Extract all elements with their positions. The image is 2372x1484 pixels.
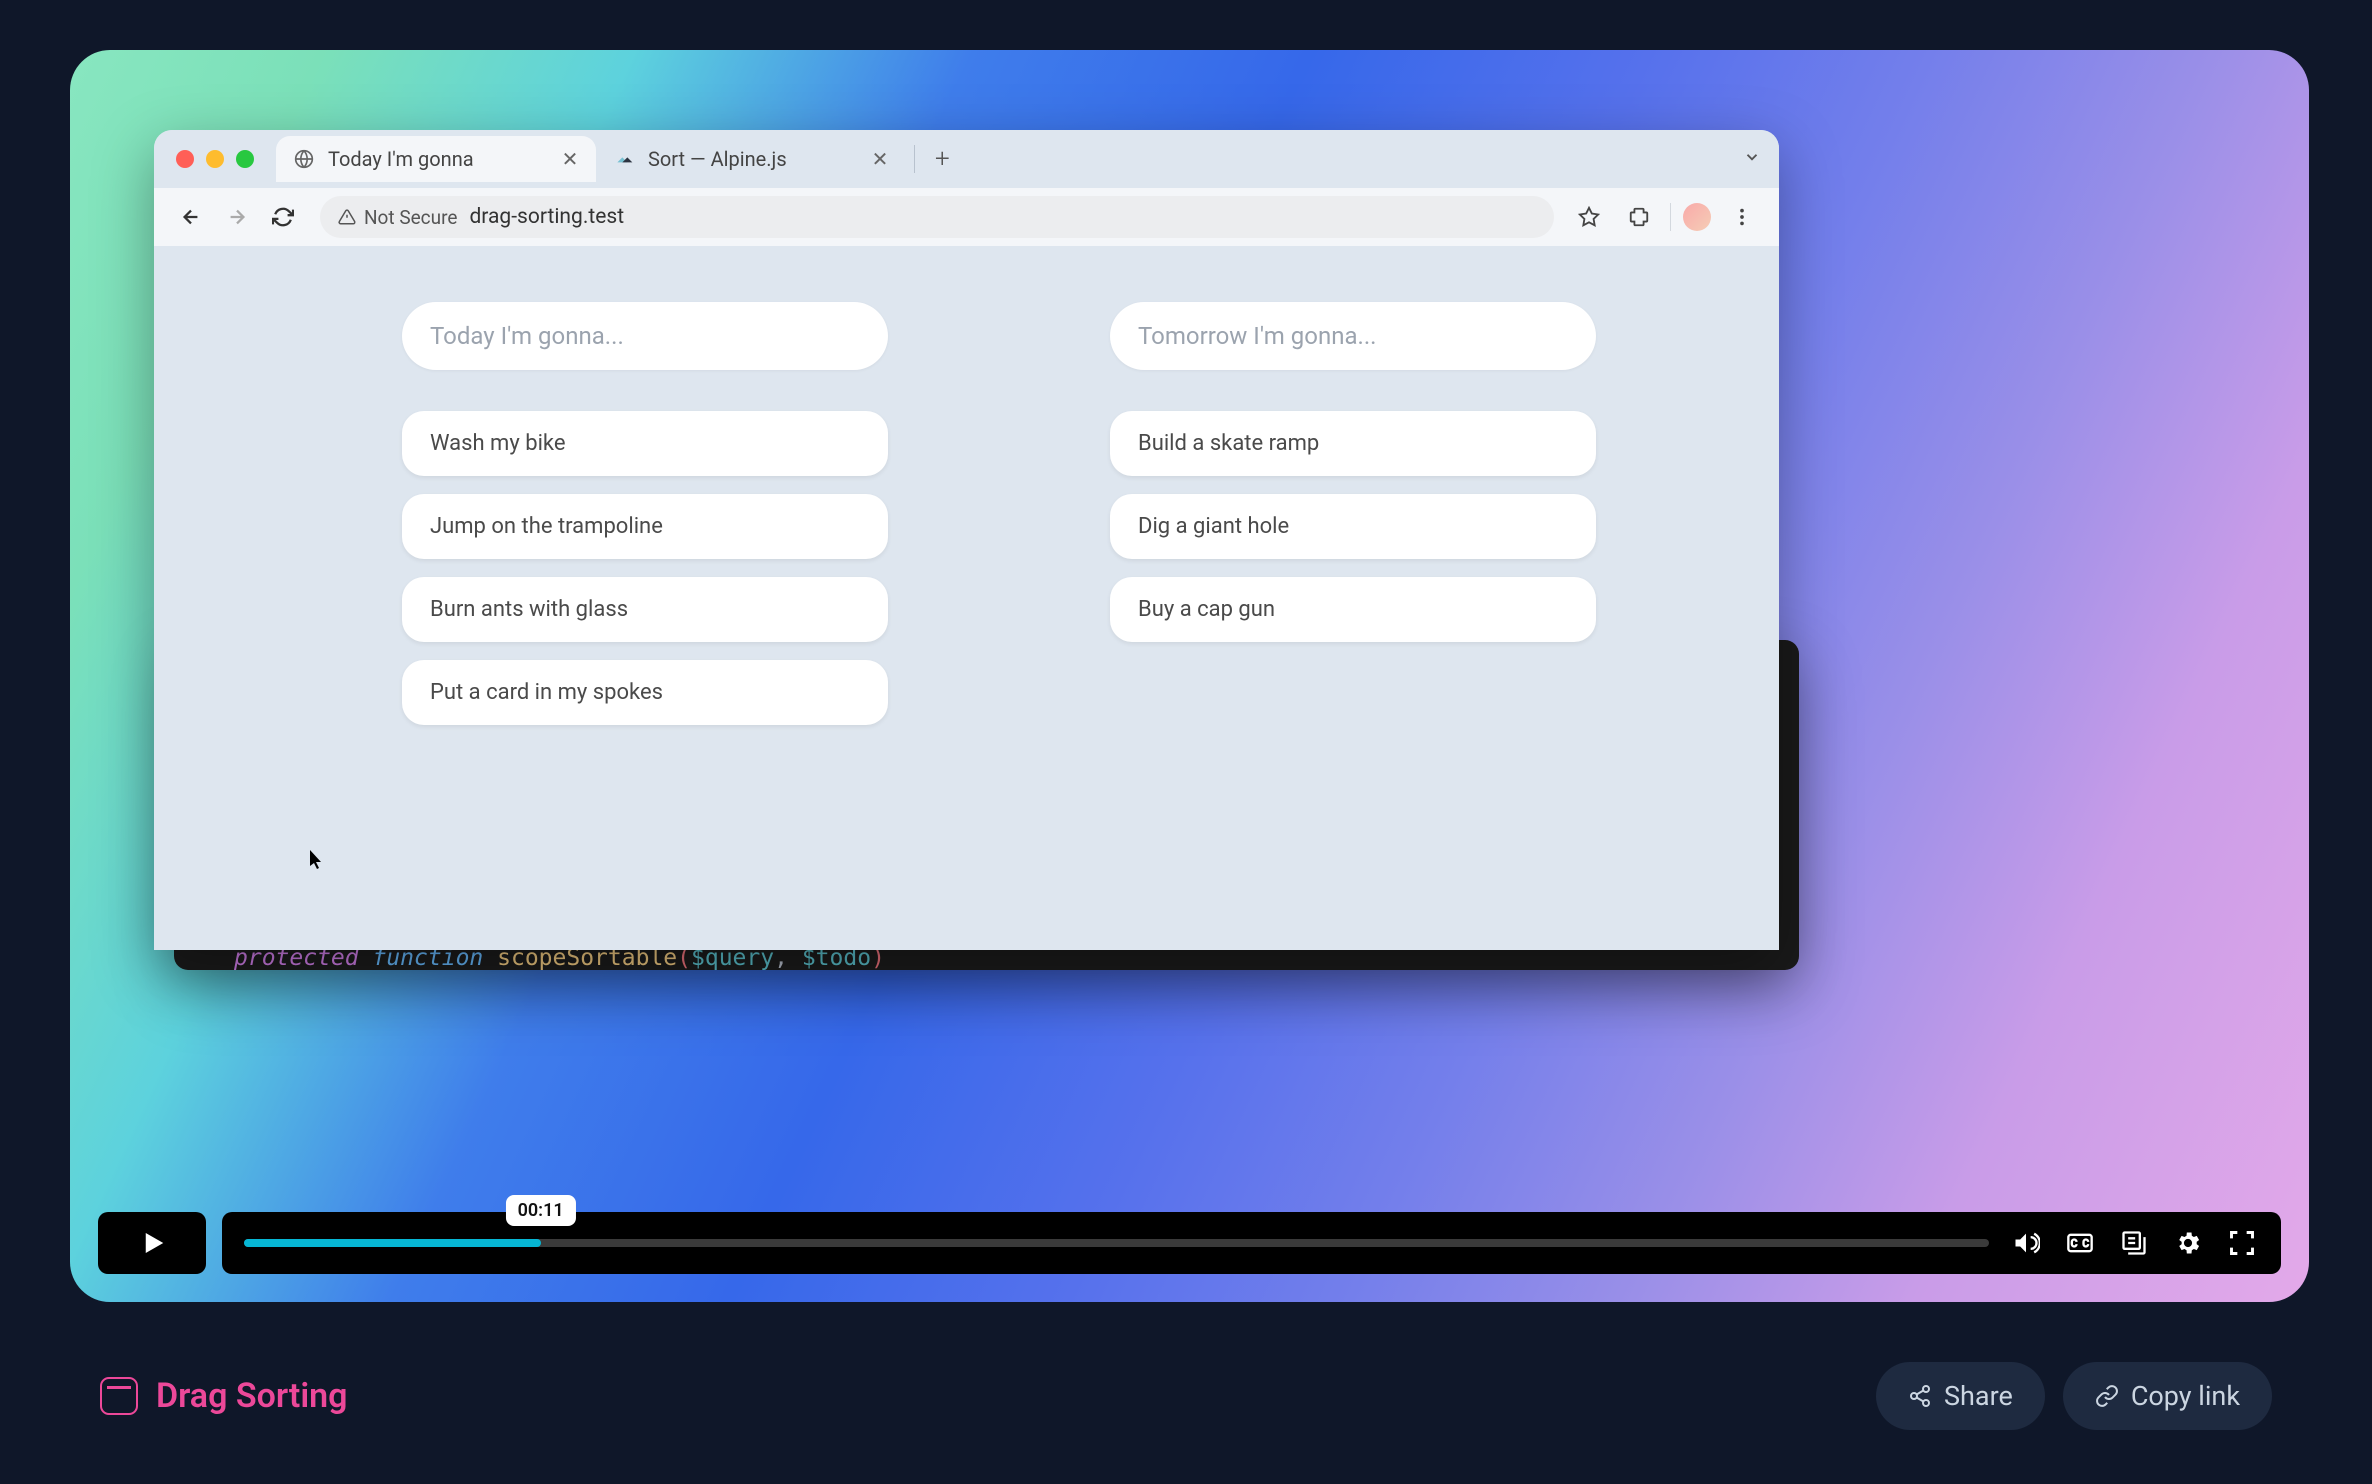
below-video-row: Drag Sorting Share Copy link (100, 1362, 2272, 1430)
todo-text: Buy a cap gun (1138, 597, 1275, 622)
url-input[interactable]: Not Secure drag-sorting.test (320, 196, 1554, 238)
video-title-text: Drag Sorting (156, 1376, 348, 1416)
page-content: Today I'm gonna... Wash my bike Jump on … (154, 246, 1779, 950)
tabs-dropdown-button[interactable] (1725, 148, 1779, 170)
todo-card[interactable]: Burn ants with glass (402, 577, 888, 642)
forward-button[interactable] (218, 198, 256, 236)
new-tab-button[interactable]: + (923, 144, 962, 174)
video-controls: 00:11 (98, 1212, 2281, 1274)
settings-button[interactable] (2171, 1226, 2205, 1260)
tomorrow-input-placeholder: Tomorrow I'm gonna... (1138, 322, 1377, 350)
todo-card[interactable]: Dig a giant hole (1110, 494, 1596, 559)
security-label: Not Secure (364, 206, 457, 229)
todo-text: Build a skate ramp (1138, 431, 1319, 456)
browser-tab-inactive[interactable]: Sort — Alpine.js ✕ (596, 136, 906, 182)
transcript-button[interactable] (2117, 1226, 2151, 1260)
globe-icon (292, 147, 316, 171)
window-traffic-lights (170, 150, 276, 168)
back-button[interactable] (172, 198, 210, 236)
reload-button[interactable] (264, 198, 302, 236)
todo-card[interactable]: Build a skate ramp (1110, 411, 1596, 476)
url-text: drag-sorting.test (469, 205, 624, 229)
progress-fill (244, 1239, 541, 1247)
todo-text: Burn ants with glass (430, 597, 628, 622)
window-minimize-button[interactable] (206, 150, 224, 168)
share-button[interactable]: Share (1876, 1362, 2045, 1430)
calendar-icon (100, 1377, 138, 1415)
video-frame: protected function scopeSortable($query,… (70, 50, 2309, 1302)
play-button[interactable] (98, 1212, 206, 1274)
browser-tab-title: Today I'm gonna (328, 147, 474, 171)
todo-card[interactable]: Put a card in my spokes (402, 660, 888, 725)
browser-address-bar: Not Secure drag-sorting.test (154, 188, 1779, 246)
todo-card[interactable]: Buy a cap gun (1110, 577, 1596, 642)
window-close-button[interactable] (176, 150, 194, 168)
progress-track[interactable]: 00:11 (244, 1239, 1989, 1247)
captions-button[interactable] (2063, 1226, 2097, 1260)
close-tab-icon[interactable]: ✕ (560, 147, 580, 171)
todo-text: Wash my bike (430, 431, 566, 456)
volume-button[interactable] (2009, 1226, 2043, 1260)
copy-link-button[interactable]: Copy link (2063, 1362, 2272, 1430)
toolbar-separator (1670, 203, 1671, 231)
tomorrow-column: Tomorrow I'm gonna... Build a skate ramp… (1110, 302, 1596, 950)
todo-text: Put a card in my spokes (430, 680, 663, 705)
close-tab-icon[interactable]: ✕ (870, 147, 890, 171)
share-icon (1908, 1384, 1932, 1408)
alpine-favicon-icon (612, 147, 636, 171)
profile-avatar[interactable] (1683, 203, 1711, 231)
link-icon (2095, 1384, 2119, 1408)
warning-icon (338, 208, 356, 226)
today-input[interactable]: Today I'm gonna... (402, 302, 888, 370)
play-icon (137, 1228, 167, 1258)
fullscreen-button[interactable] (2225, 1226, 2259, 1260)
todo-card[interactable]: Jump on the trampoline (402, 494, 888, 559)
copy-link-label: Copy link (2131, 1380, 2240, 1412)
browser-window: Today I'm gonna ✕ Sort — Alpine.js ✕ + (154, 130, 1779, 950)
tomorrow-input[interactable]: Tomorrow I'm gonna... (1110, 302, 1596, 370)
extensions-button[interactable] (1620, 198, 1658, 236)
controls-bar: 00:11 (222, 1212, 2281, 1274)
today-input-placeholder: Today I'm gonna... (430, 322, 624, 350)
todo-text: Jump on the trampoline (430, 514, 663, 539)
todo-text: Dig a giant hole (1138, 514, 1289, 539)
more-menu-button[interactable] (1723, 198, 1761, 236)
timestamp-tooltip: 00:11 (506, 1195, 576, 1226)
today-column: Today I'm gonna... Wash my bike Jump on … (402, 302, 888, 950)
tab-separator (914, 145, 915, 173)
video-title: Drag Sorting (100, 1376, 348, 1416)
browser-tab-title: Sort — Alpine.js (648, 147, 787, 171)
browser-tab-bar: Today I'm gonna ✕ Sort — Alpine.js ✕ + (154, 130, 1779, 188)
window-zoom-button[interactable] (236, 150, 254, 168)
browser-tab-active[interactable]: Today I'm gonna ✕ (276, 136, 596, 182)
bookmark-button[interactable] (1570, 198, 1608, 236)
todo-card[interactable]: Wash my bike (402, 411, 888, 476)
security-badge[interactable]: Not Secure (338, 206, 457, 229)
share-label: Share (1944, 1380, 2013, 1412)
